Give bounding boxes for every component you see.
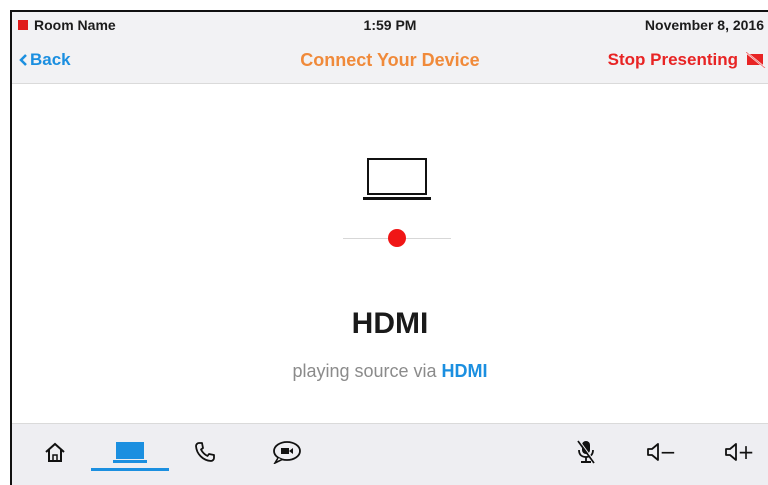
source-subtitle-highlight: HDMI <box>441 361 488 381</box>
video-chat-button[interactable] <box>262 434 312 470</box>
volume-down-button[interactable]: − <box>640 434 682 470</box>
laptop-icon <box>113 442 147 463</box>
source-name: HDMI <box>351 307 429 340</box>
laptop-icon <box>363 158 431 200</box>
stop-presenting-icon <box>746 52 766 68</box>
live-source-indicator <box>388 229 406 247</box>
volume-up-sign: + <box>737 440 755 464</box>
stop-presenting-label: Stop Presenting <box>607 50 738 69</box>
device-frame: Room Name 1:59 PM November 8, 2016 Back … <box>10 10 768 485</box>
volume-down-sign: − <box>659 440 677 464</box>
date: November 8, 2016 <box>644 17 764 33</box>
main-content: HDMI playing source via HDMI <box>12 85 768 423</box>
mic-muted-icon <box>577 439 596 464</box>
volume-up-icon <box>724 443 737 461</box>
status-bar: Room Name 1:59 PM November 8, 2016 <box>12 12 768 38</box>
volume-up-button[interactable]: + <box>718 434 760 470</box>
stop-presenting-button[interactable]: Stop Presenting <box>608 50 766 70</box>
bottom-toolbar: − + <box>12 423 768 485</box>
active-tab-indicator <box>91 468 169 471</box>
source-subtitle-prefix: playing source via <box>292 361 442 381</box>
present-button[interactable] <box>102 434 158 470</box>
home-icon <box>45 442 65 462</box>
nav-bar: Back Connect Your Device Stop Presenting <box>12 38 768 84</box>
phone-button[interactable] <box>182 434 228 470</box>
source-subtitle: playing source via HDMI <box>12 361 768 382</box>
video-chat-icon <box>273 441 301 464</box>
mic-mute-button[interactable] <box>568 434 604 470</box>
home-button[interactable] <box>32 434 78 470</box>
volume-down-icon <box>646 443 659 461</box>
phone-icon <box>195 442 215 462</box>
